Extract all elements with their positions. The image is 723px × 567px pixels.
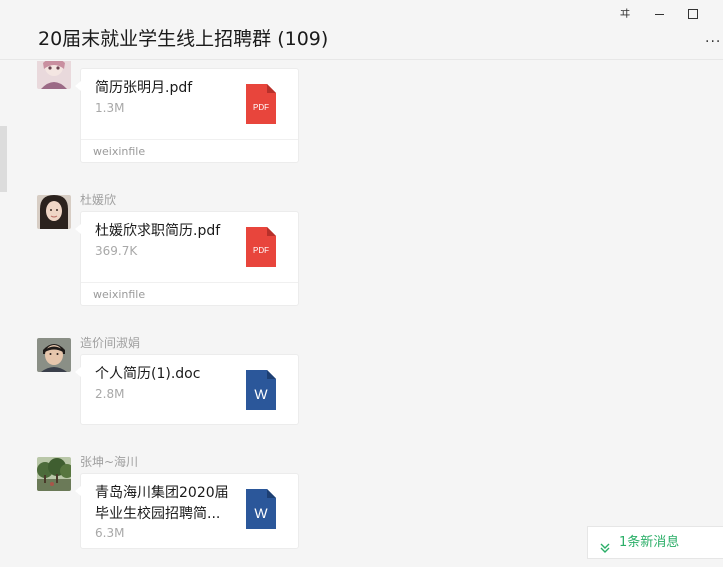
file-message-card[interactable]: 杜媛欣求职简历.pdf 369.7K PDF weixinfile: [75, 211, 299, 306]
file-message-card[interactable]: 青岛海川集团2020届毕业生校园招聘简... 6.3M W: [75, 473, 299, 549]
file-message-card[interactable]: 个人简历(1).doc 2.8M W: [75, 354, 299, 425]
file-name: 杜媛欣求职简历.pdf: [95, 223, 221, 239]
avatar[interactable]: [37, 338, 71, 372]
pdf-file-icon: PDF: [246, 84, 276, 124]
file-name: 青岛海川集团2020届毕业生校园招聘简...: [95, 485, 229, 522]
file-name: 个人简历(1).doc: [95, 366, 201, 382]
sender-name: 造价间淑娟: [80, 336, 141, 350]
file-message-card[interactable]: 简历张明月.pdf 1.3M PDF weixinfile: [75, 68, 299, 163]
title-bar: 20届末就业学生线上招聘群 (109) ヰ ...: [0, 0, 723, 60]
pdf-file-icon: PDF: [246, 227, 276, 267]
maximize-button[interactable]: [683, 6, 703, 22]
double-chevron-down-icon: [598, 536, 612, 553]
chat-window: 20届末就业学生线上招聘群 (109) ヰ ... 简历张明月.pdf 1.3M: [0, 0, 723, 559]
message-list[interactable]: 简历张明月.pdf 1.3M PDF weixinfile 杜媛欣 杜媛欣求职简…: [0, 61, 723, 559]
file-size: 1.3M: [95, 101, 125, 115]
new-message-button[interactable]: 1条新消息: [587, 526, 723, 559]
pdf-icon-label: PDF: [253, 103, 269, 112]
card-divider: [81, 282, 298, 283]
minimize-icon: [655, 14, 664, 15]
file-source: weixinfile: [93, 145, 146, 158]
word-file-icon: W: [246, 489, 276, 529]
pin-icon[interactable]: ヰ: [615, 6, 635, 22]
file-size: 369.7K: [95, 244, 138, 258]
file-name: 简历张明月.pdf: [95, 80, 193, 96]
word-icon-label: W: [254, 505, 268, 521]
file-size: 2.8M: [95, 387, 125, 401]
avatar[interactable]: [37, 195, 71, 229]
more-options-button[interactable]: ...: [705, 28, 723, 48]
maximize-icon: [688, 9, 698, 19]
word-icon-label: W: [254, 386, 268, 402]
avatar[interactable]: [37, 61, 71, 89]
chat-title: 20届末就业学生线上招聘群 (109): [38, 28, 329, 50]
sender-name: 杜媛欣: [80, 193, 117, 207]
minimize-button[interactable]: [650, 6, 670, 22]
card-divider: [81, 139, 298, 140]
file-size: 6.3M: [95, 526, 125, 540]
avatar[interactable]: [37, 457, 71, 491]
file-source: weixinfile: [93, 288, 146, 301]
sender-name: 张坤~海川: [80, 455, 139, 469]
word-file-icon: W: [246, 370, 276, 410]
pdf-icon-label: PDF: [253, 246, 269, 255]
new-message-label: 1条新消息: [619, 535, 680, 550]
